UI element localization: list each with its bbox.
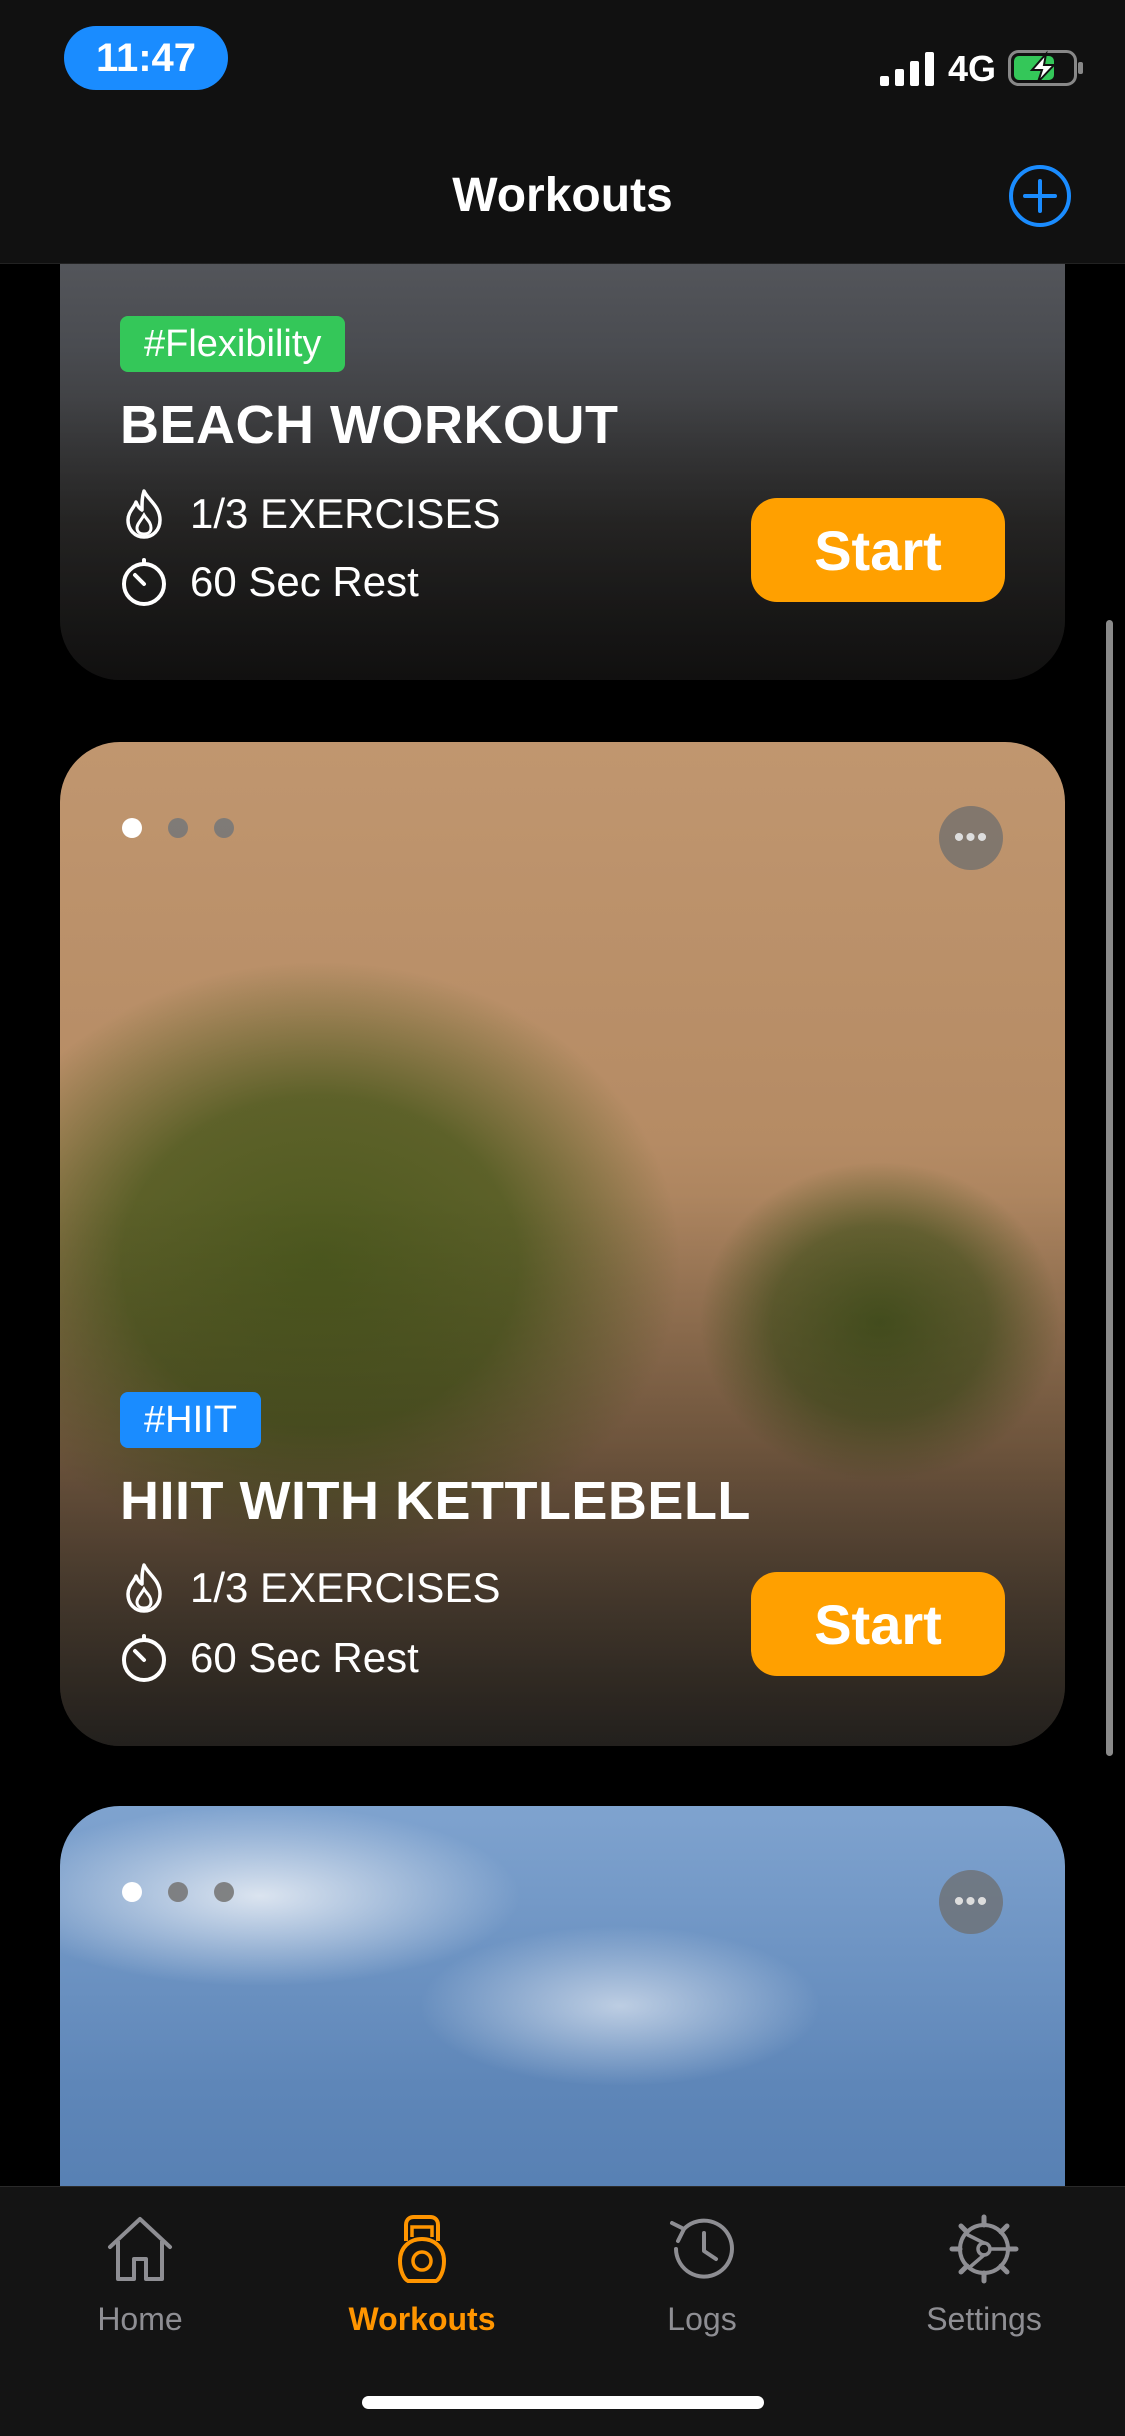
workout-card[interactable]: #Flexibility BEACH WORKOUT 1/3 EXERCISES… bbox=[60, 264, 1065, 680]
navigation-bar: Workouts bbox=[0, 132, 1125, 264]
signal-icon bbox=[880, 52, 934, 86]
workout-image bbox=[60, 1806, 1065, 2186]
page-dot[interactable] bbox=[214, 1882, 234, 1902]
network-type: 4G bbox=[948, 48, 997, 89]
scroll-indicator[interactable] bbox=[1106, 620, 1113, 1756]
gear-icon bbox=[949, 2214, 1019, 2284]
image-page-indicator[interactable] bbox=[122, 818, 234, 838]
flame-icon bbox=[126, 489, 162, 539]
exercises-row: 1/3 EXERCISES bbox=[120, 1562, 500, 1614]
tab-label: Logs bbox=[667, 2301, 737, 2337]
page-title: Workouts bbox=[452, 169, 673, 222]
page-dot[interactable] bbox=[122, 1882, 142, 1902]
workout-title: BEACH WORKOUT bbox=[120, 395, 619, 455]
start-button[interactable]: Start bbox=[751, 498, 1005, 602]
home-icon bbox=[108, 2217, 172, 2281]
ellipsis-icon: ••• bbox=[953, 821, 989, 854]
tab-label: Workouts bbox=[348, 2301, 496, 2337]
exercises-count: 1/3 EXERCISES bbox=[190, 1564, 501, 1611]
workout-tag: #Flexibility bbox=[120, 316, 346, 372]
workout-card[interactable]: ••• bbox=[60, 1806, 1065, 2186]
timer-icon bbox=[122, 1634, 166, 1682]
tab-label: Settings bbox=[926, 2301, 1042, 2337]
rest-duration: 60 Sec Rest bbox=[190, 1634, 419, 1681]
start-button[interactable]: Start bbox=[751, 1572, 1005, 1676]
page-dot[interactable] bbox=[168, 818, 188, 838]
rest-duration: 60 Sec Rest bbox=[190, 558, 419, 605]
tab-home[interactable]: Home bbox=[30, 2211, 250, 2338]
rest-row: 60 Sec Rest bbox=[120, 1632, 419, 1684]
tab-settings[interactable]: Settings bbox=[874, 2211, 1094, 2338]
page-dot[interactable] bbox=[122, 818, 142, 838]
ellipsis-icon: ••• bbox=[953, 1885, 989, 1918]
workout-card[interactable]: ••• #HIIT HIIT WITH KETTLEBELL 1/3 EXERC… bbox=[60, 742, 1065, 1746]
timer-icon bbox=[122, 558, 166, 606]
history-icon bbox=[670, 2218, 734, 2279]
page-dot[interactable] bbox=[214, 818, 234, 838]
add-workout-button[interactable] bbox=[1008, 164, 1072, 228]
rest-row: 60 Sec Rest bbox=[120, 556, 419, 608]
page-dot[interactable] bbox=[168, 1882, 188, 1902]
status-bar: 11:47 4G bbox=[0, 0, 1125, 132]
workout-tag: #HIIT bbox=[120, 1392, 261, 1448]
tab-workouts[interactable]: Workouts bbox=[312, 2211, 532, 2338]
exercises-count: 1/3 EXERCISES bbox=[190, 490, 501, 537]
image-page-indicator[interactable] bbox=[122, 1882, 234, 1902]
status-time: 11:47 bbox=[64, 26, 228, 90]
exercises-row: 1/3 EXERCISES bbox=[120, 488, 500, 540]
tab-logs[interactable]: Logs bbox=[592, 2211, 812, 2338]
workout-title: HIIT WITH KETTLEBELL bbox=[120, 1471, 751, 1531]
more-options-button[interactable]: ••• bbox=[939, 806, 1003, 870]
more-options-button[interactable]: ••• bbox=[939, 1870, 1003, 1934]
workouts-list[interactable]: #Flexibility BEACH WORKOUT 1/3 EXERCISES… bbox=[0, 264, 1125, 2186]
home-indicator[interactable] bbox=[362, 2396, 764, 2409]
tab-label: Home bbox=[97, 2301, 183, 2337]
battery-charging-icon bbox=[1008, 50, 1083, 86]
flame-icon bbox=[126, 1563, 162, 1613]
kettlebell-icon bbox=[397, 2215, 447, 2283]
